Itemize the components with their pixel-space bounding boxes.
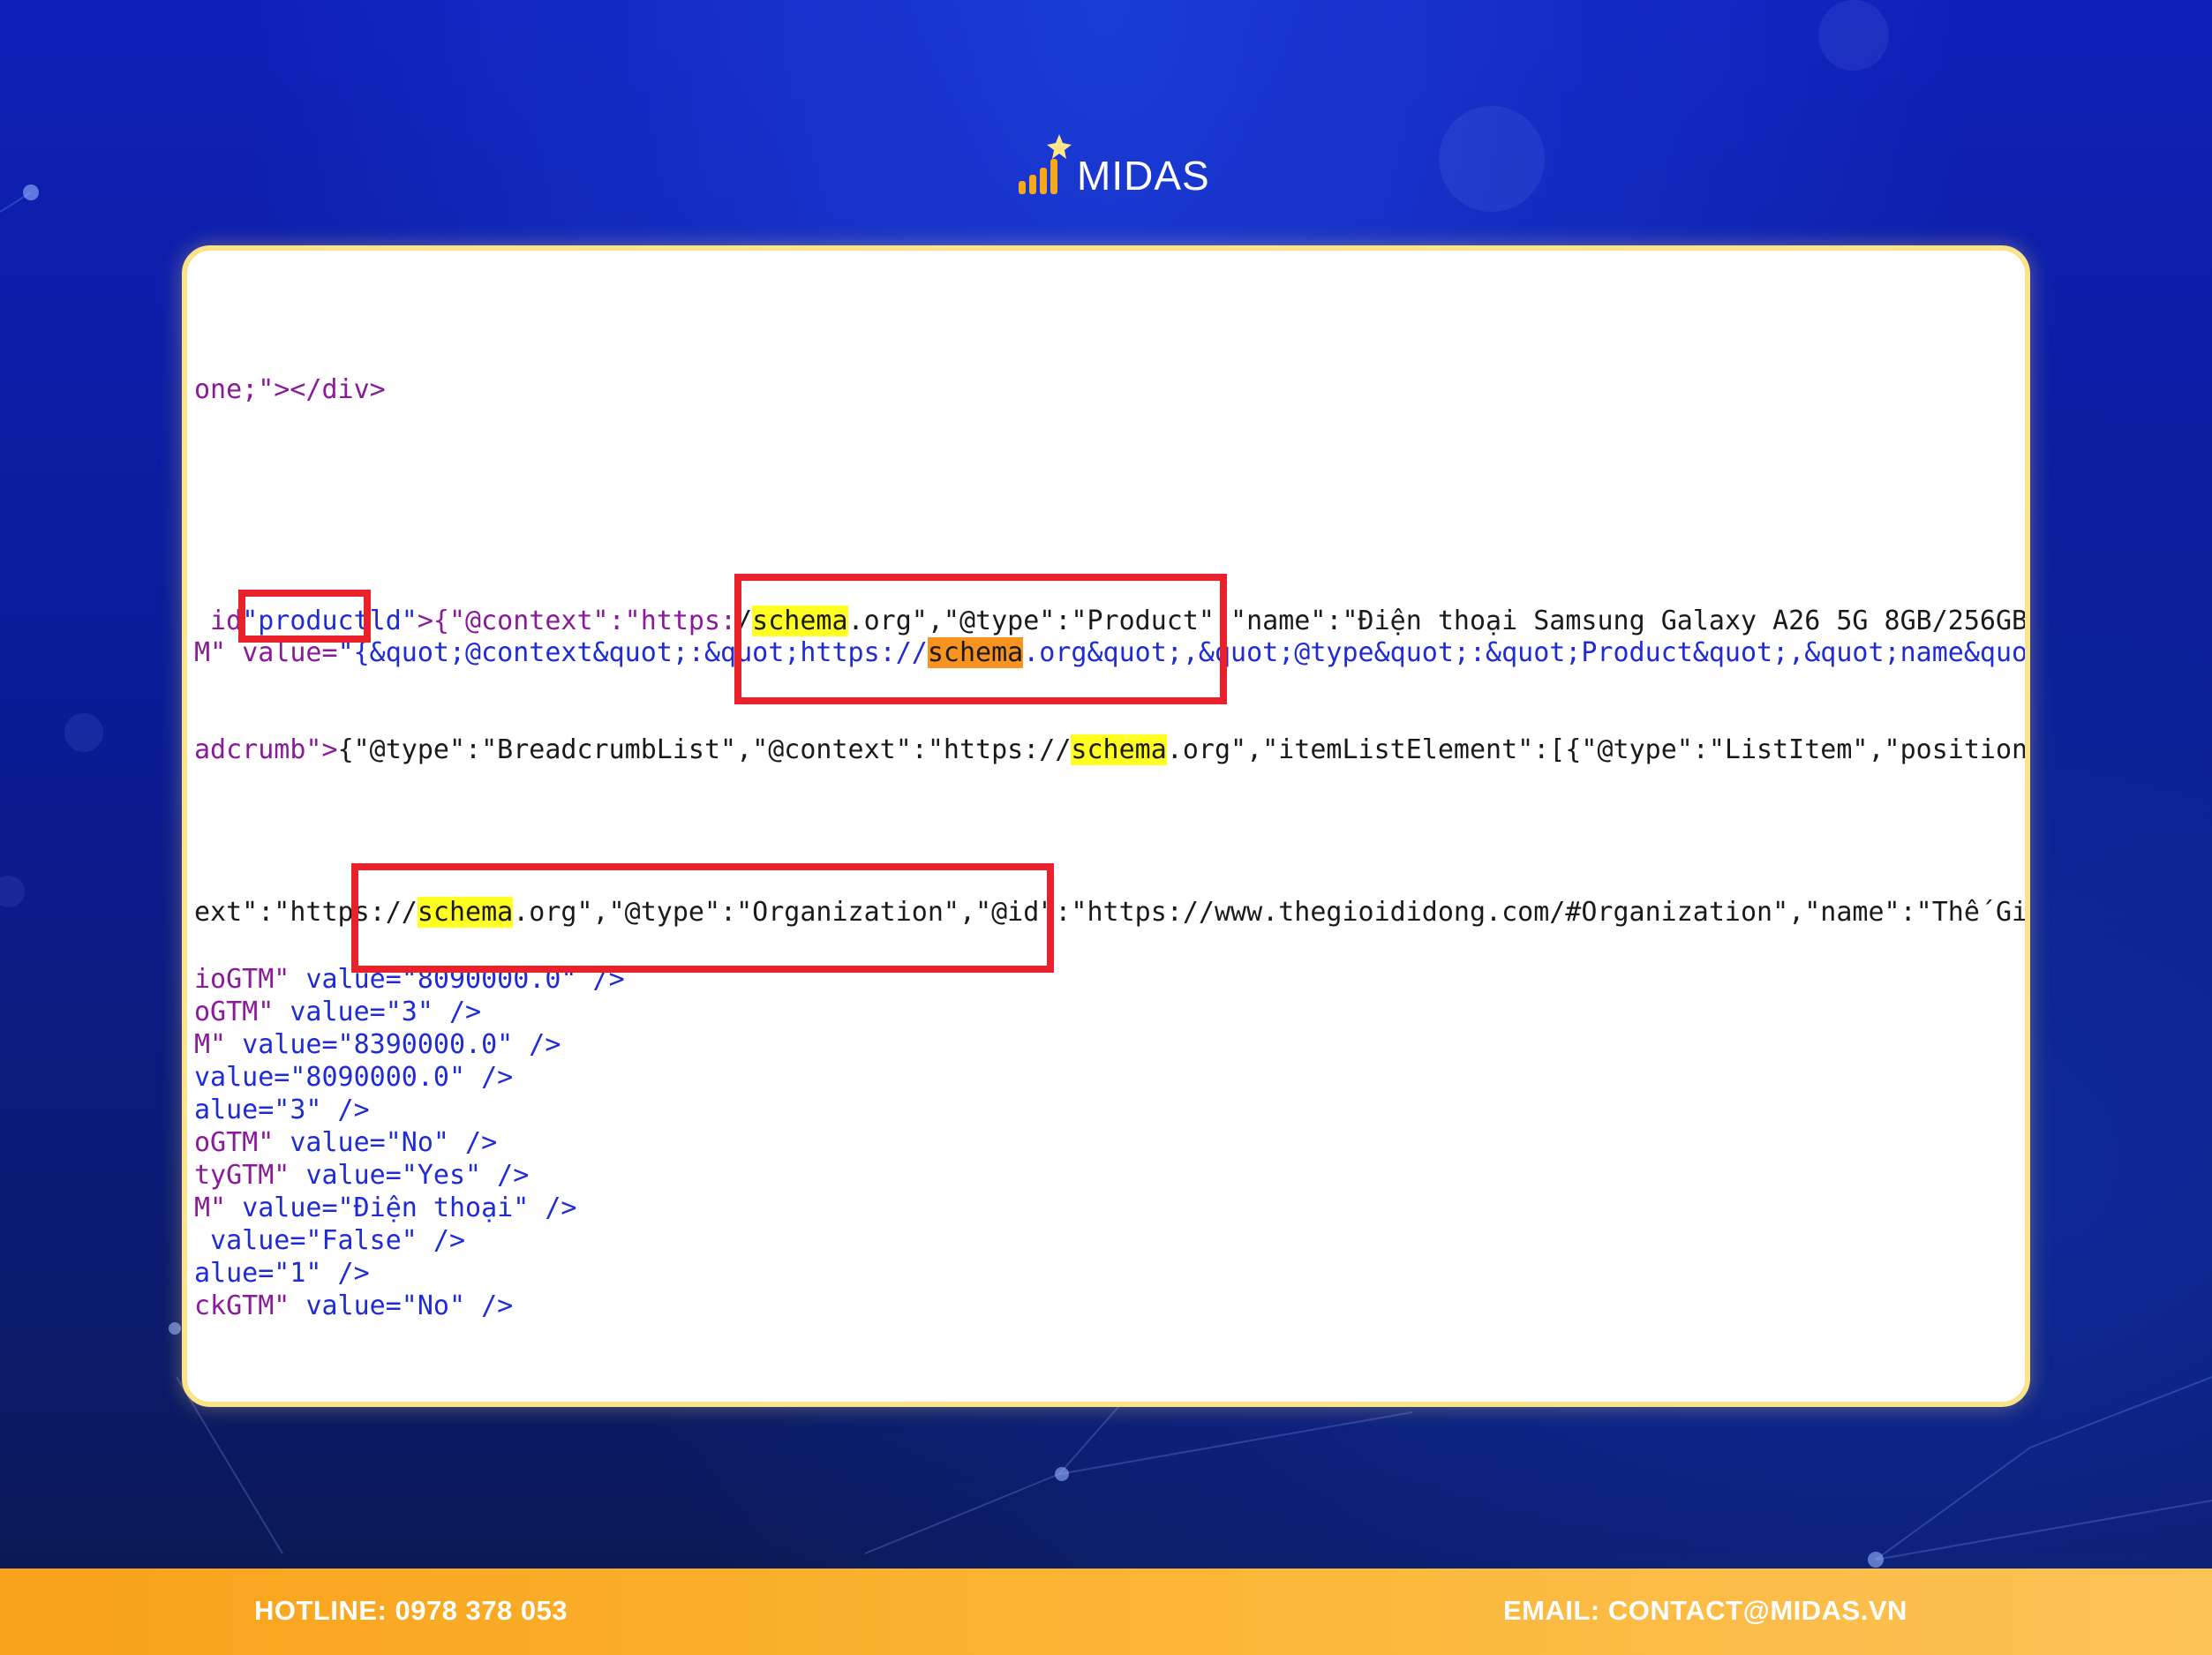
code-attr-line: value="False" /> [210, 1225, 466, 1256]
highlight-box-product-schema [734, 574, 1227, 704]
midas-logo: MIDAS [1015, 132, 1209, 203]
code-attr-line: alue="3" /> [194, 1095, 370, 1125]
code-attr-line: oGTM" value="No" /> [194, 1127, 498, 1158]
bar-chart-star-icon [1019, 134, 1072, 194]
code-attr-line: ckGTM" value="No" /> [194, 1290, 514, 1321]
code-attr-line: alue="1" /> [194, 1258, 370, 1289]
highlight-box-organization-schema [351, 863, 1054, 973]
logo-wordmark: MIDAS [1077, 153, 1210, 199]
source-code-card: one;"></div> id"productld">{"@context":"… [182, 245, 2030, 1407]
code-attr-line: oGTM" value="3" /> [194, 997, 482, 1027]
code-attr-line: value="8090000.0" /> [194, 1062, 514, 1093]
code-attr-line: M" value="8390000.0" /> [194, 1029, 561, 1060]
hotline-text: HOTLINE: 0978 378 053 [254, 1595, 568, 1626]
code-line-breadcrumb-jsonld: adcrumb">{"@type":"BreadcrumbList","@con… [194, 734, 2030, 765]
schema-highlight: schema [1071, 734, 1167, 765]
code-line-closing-div: one;"></div> [194, 374, 386, 405]
contact-footer: HOTLINE: 0978 378 053 EMAIL: CONTACT@MID… [0, 1568, 2212, 1655]
highlight-box-productid [238, 590, 371, 643]
code-attr-line: tyGTM" value="Yes" /> [194, 1160, 530, 1191]
email-text: EMAIL: CONTACT@MIDAS.VN [1503, 1595, 1907, 1626]
code-attr-line: M" value="Điện thoại" /> [194, 1192, 577, 1223]
